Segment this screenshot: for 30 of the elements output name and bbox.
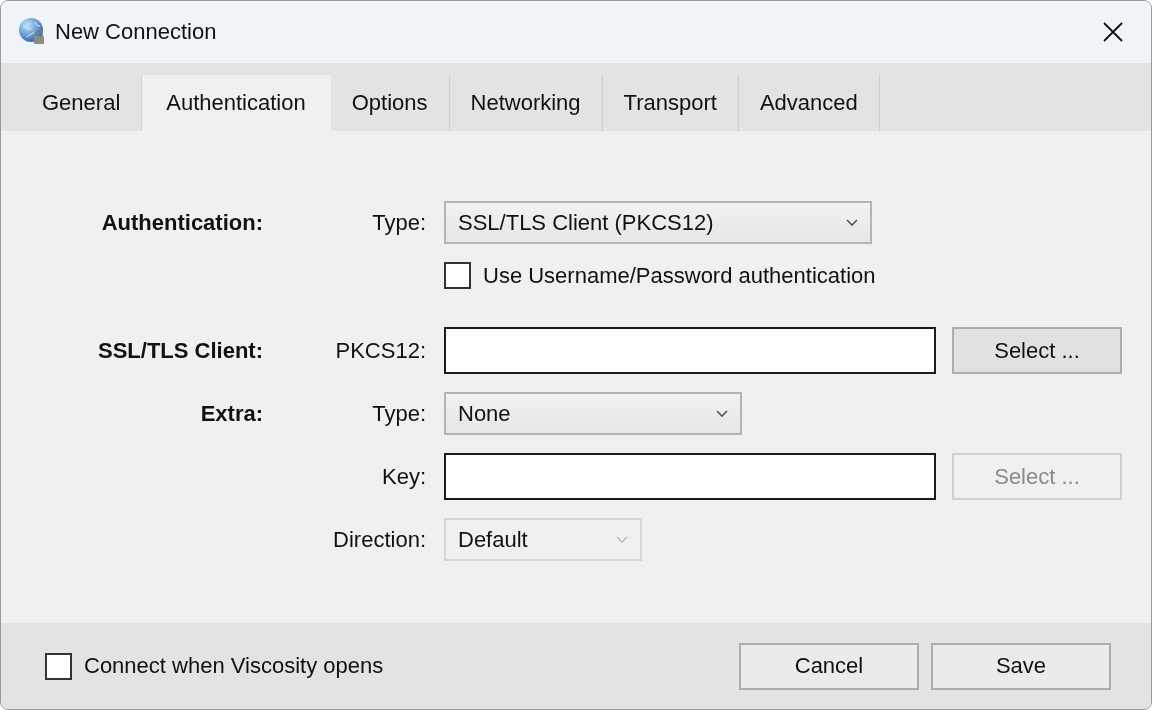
globe-lock-icon xyxy=(17,17,47,47)
tab[interactable]: Options xyxy=(330,75,450,131)
section-label: Authentication: xyxy=(101,209,263,235)
close-icon[interactable] xyxy=(1101,20,1125,44)
section-label: Extra: xyxy=(200,400,263,426)
tab[interactable]: Authentication xyxy=(142,75,331,131)
dropdown[interactable]: None xyxy=(444,392,742,435)
input-field[interactable] xyxy=(444,453,936,500)
caret-icon xyxy=(716,409,728,418)
input-field[interactable] xyxy=(444,327,936,374)
section-label: SSL/TLS Client: xyxy=(98,337,263,363)
field-label: Type: xyxy=(372,400,426,426)
checkbox-label: Use Username/Password authentication xyxy=(483,262,876,289)
field-label: Key: xyxy=(381,463,426,489)
window-title: New Connection xyxy=(55,19,218,45)
tab[interactable]: Networking xyxy=(449,75,603,131)
dialog-button[interactable]: Cancel xyxy=(739,642,919,690)
checkbox[interactable] xyxy=(444,262,471,289)
caret-icon xyxy=(616,535,628,544)
checkbox[interactable] xyxy=(45,652,72,680)
tab[interactable]: Advanced xyxy=(738,75,880,131)
checkbox-label: Connect when Viscosity opens xyxy=(84,653,384,679)
tab[interactable]: Transport xyxy=(602,75,739,131)
dialog-button[interactable]: Save xyxy=(931,642,1111,690)
select-button[interactable]: Select ... xyxy=(952,327,1122,374)
field-label: Direction: xyxy=(333,526,426,552)
field-label: Type: xyxy=(372,209,426,235)
dropdown[interactable]: SSL/TLS Client (PKCS12) xyxy=(444,201,872,244)
caret-icon xyxy=(846,218,858,227)
field-label: PKCS12: xyxy=(335,337,426,363)
